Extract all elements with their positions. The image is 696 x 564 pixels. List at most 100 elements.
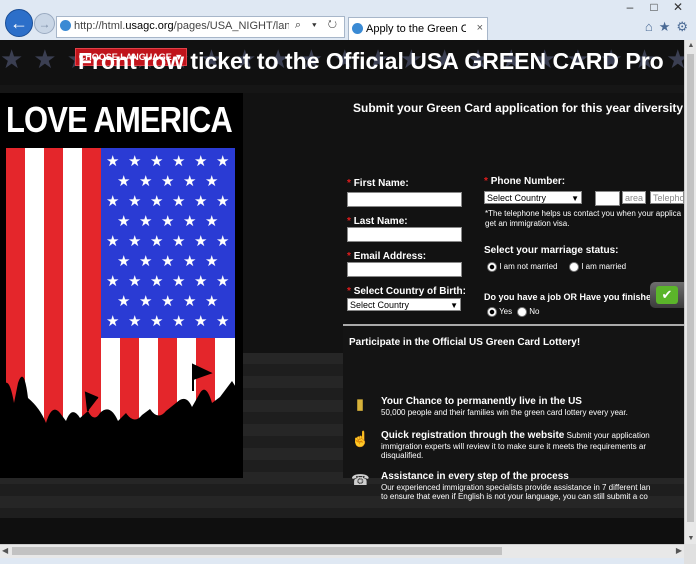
radio-icon[interactable] [517,307,527,317]
scrollbar-corner [684,544,696,564]
close-window-icon[interactable]: ✕ [666,0,690,14]
radio-selected-icon[interactable] [487,307,497,317]
svg-text:★: ★ [139,252,152,270]
phone-code-input[interactable] [595,191,620,206]
first-name-input[interactable] [347,192,462,207]
svg-text:★: ★ [128,312,141,330]
svg-text:★: ★ [183,292,196,310]
svg-text:★: ★ [150,192,163,210]
chevron-down-icon: ▼ [571,194,579,203]
back-button[interactable]: ← [5,9,33,37]
svg-text:★: ★ [106,192,119,210]
crowd-silhouette-image [0,363,243,478]
minimize-icon[interactable]: – [618,0,642,14]
svg-text:★: ★ [128,152,141,170]
maximize-icon[interactable]: □ [642,0,666,14]
svg-text:★: ★ [205,292,218,310]
svg-text:★: ★ [161,252,174,270]
ticket-icon: ▮ [355,396,365,413]
not-married-radio[interactable]: I am not married [487,262,557,272]
info-item-heading: Your Chance to permanently live in the U… [381,396,582,407]
vertical-scroll-thumb[interactable] [687,54,694,522]
scroll-right-icon[interactable]: ▶ [676,546,682,555]
info-item-text: 50,000 people and their families win the… [381,408,628,417]
browser-toolbar: ⌂ ★ ⚙ [639,19,688,35]
search-refresh-icon[interactable]: ⌕ ▾ ↻ [295,19,341,32]
svg-text:★: ★ [172,192,185,210]
svg-text:★: ★ [150,232,163,250]
svg-text:★: ★ [216,272,229,290]
svg-text:★: ★ [139,172,152,190]
svg-text:★: ★ [161,292,174,310]
footer-band [0,518,684,544]
email-label: * Email Address: [347,251,427,262]
scroll-down-icon[interactable]: ▼ [686,535,696,542]
info-item-heading: Assistance in every step of the process [381,471,569,482]
svg-text:★: ★ [183,212,196,230]
last-name-input[interactable] [347,227,462,242]
svg-text:★: ★ [161,212,174,230]
info-title: Participate in the Official US Green Car… [349,337,581,348]
email-input[interactable] [347,262,462,277]
svg-text:★: ★ [150,272,163,290]
svg-text:★: ★ [216,312,229,330]
phone-country-select[interactable]: Select Country ▼ [484,191,582,204]
svg-text:★: ★ [194,152,207,170]
horizontal-scroll-thumb[interactable] [12,547,502,555]
svg-text:★: ★ [194,312,207,330]
svg-text:★: ★ [106,232,119,250]
info-item-text: immigration experts will review it to ma… [381,442,646,451]
svg-text:★: ★ [150,312,163,330]
status-bar [0,558,684,564]
home-icon[interactable]: ⌂ [645,19,653,34]
svg-text:★: ★ [117,212,130,230]
phone-area-input[interactable]: area [622,191,646,204]
svg-text:★: ★ [106,272,119,290]
svg-text:★: ★ [183,172,196,190]
hero-title: LOVE AMERICA [6,99,233,140]
vertical-scrollbar[interactable]: ▲ ▼ [684,40,696,544]
tab-close-icon[interactable]: × [477,22,483,34]
svg-text:★: ★ [172,272,185,290]
favorites-star-icon[interactable]: ★ [659,19,671,34]
scroll-left-icon[interactable]: ◀ [2,546,8,555]
info-item-text: disqualified. [381,451,424,460]
svg-text:★: ★ [172,152,185,170]
address-bar[interactable]: http://html.usagc.org/pages/USA_NIGHT/la… [56,16,345,38]
settings-gear-icon[interactable]: ⚙ [676,19,688,34]
svg-text:★: ★ [139,292,152,310]
phone-number-input[interactable]: Telepho [650,191,684,204]
svg-text:★: ★ [205,172,218,190]
svg-text:★: ★ [216,192,229,210]
job-yes-radio[interactable]: Yes [487,307,512,317]
forward-button[interactable]: → [34,13,55,34]
pointing-hand-icon: ☝ [351,431,370,448]
job-question-label: Do you have a job OR Have you finished h… [484,292,679,302]
svg-text:★: ★ [172,312,185,330]
svg-text:★: ★ [128,232,141,250]
application-form-panel [243,93,684,353]
svg-text:★: ★ [216,232,229,250]
svg-text:★: ★ [139,212,152,230]
svg-text:★: ★ [128,272,141,290]
svg-text:★: ★ [205,252,218,270]
chevron-down-icon: ▼ [450,301,458,310]
info-item-text: Our experienced immigration specialists … [381,483,651,492]
submit-button[interactable]: ✔ [650,282,684,308]
horizontal-scrollbar[interactable]: ◀ ▶ [0,544,684,558]
birth-country-select[interactable]: Select Country ▼ [347,298,461,311]
svg-text:★: ★ [128,192,141,210]
job-no-radio[interactable]: No [517,307,539,317]
svg-text:★: ★ [161,172,174,190]
svg-text:★: ★ [106,312,119,330]
svg-text:★: ★ [150,152,163,170]
svg-text:★: ★ [106,152,119,170]
tab-green-card[interactable]: Apply to the Green Card lot... × [348,17,488,41]
svg-text:★: ★ [194,192,207,210]
radio-icon[interactable] [569,262,579,272]
radio-selected-icon[interactable] [487,262,497,272]
married-radio[interactable]: I am married [569,262,626,272]
svg-text:★: ★ [194,272,207,290]
svg-text:★: ★ [172,232,185,250]
scroll-up-icon[interactable]: ▲ [686,42,696,49]
